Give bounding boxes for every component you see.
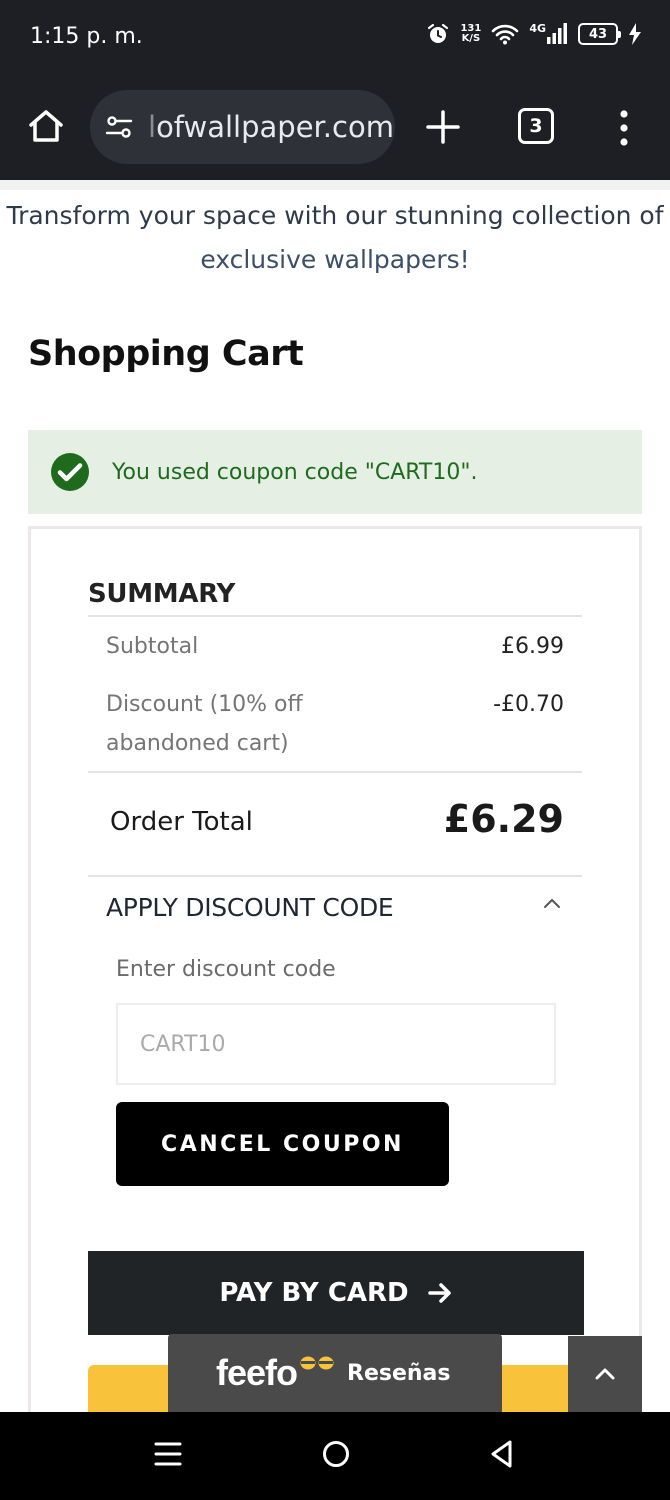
home-icon[interactable] bbox=[26, 106, 66, 146]
recents-icon[interactable] bbox=[154, 1438, 182, 1470]
feefo-reviews-tab[interactable]: feefo Reseñas bbox=[168, 1334, 502, 1412]
charging-icon bbox=[629, 23, 641, 45]
status-bar: 1:15 p. m. 131 K/S 4G 43 bbox=[0, 0, 670, 78]
status-time: 1:15 p. m. bbox=[30, 24, 143, 49]
new-tab-icon[interactable] bbox=[424, 108, 462, 146]
wifi-icon bbox=[492, 24, 519, 45]
url-domain: ofwallpaper.com bbox=[156, 110, 394, 144]
net-speed: 131 K/S bbox=[460, 24, 481, 44]
discount-label: Discount (10% off abandoned cart) bbox=[106, 685, 303, 763]
arrow-right-icon bbox=[427, 1283, 451, 1303]
alert-message: You used coupon code "CART10". bbox=[112, 459, 478, 485]
site-settings-icon[interactable] bbox=[104, 112, 134, 142]
system-nav-bar bbox=[0, 1412, 670, 1500]
summary-heading: SUMMARY bbox=[88, 579, 236, 609]
total-divider bbox=[88, 771, 582, 773]
chevron-up-icon bbox=[595, 1368, 615, 1380]
scroll-to-top-button[interactable] bbox=[568, 1336, 642, 1412]
url-text[interactable]: lofwallpaper.com bbox=[148, 110, 394, 144]
back-icon[interactable] bbox=[488, 1438, 516, 1470]
feefo-logo: feefo bbox=[216, 1352, 298, 1393]
discount-value: -£0.70 bbox=[493, 692, 564, 717]
discount-label-line-2: abandoned cart) bbox=[106, 731, 289, 756]
network-type: 4G bbox=[529, 21, 546, 35]
order-summary: SUMMARY Subtotal £6.99 Discount (10% off… bbox=[28, 526, 642, 1449]
status-icons: 131 K/S 4G 43 bbox=[426, 22, 642, 46]
menu-icon[interactable] bbox=[616, 108, 632, 148]
page-title: Shopping Cart bbox=[28, 334, 304, 374]
order-total-label: Order Total bbox=[110, 807, 253, 837]
home-circle-icon[interactable] bbox=[321, 1438, 351, 1470]
subtotal-value: £6.99 bbox=[501, 634, 564, 659]
discount-field-label: Enter discount code bbox=[116, 957, 336, 982]
pay-by-card-button[interactable]: PAY BY CARD bbox=[88, 1251, 584, 1335]
chevron-up-icon[interactable] bbox=[543, 897, 561, 909]
coupon-success-alert: You used coupon code "CART10". bbox=[28, 430, 642, 514]
feefo-label: Reseñas bbox=[347, 1360, 451, 1386]
tabs-icon[interactable]: 3 bbox=[518, 108, 554, 144]
browser-toolbar: lofwallpaper.com 3 bbox=[0, 78, 670, 180]
toolbar-divider bbox=[0, 180, 670, 190]
tagline: Transform your space with our stunning c… bbox=[0, 194, 670, 282]
tagline-line-2: exclusive wallpapers! bbox=[200, 245, 470, 274]
check-circle-icon bbox=[51, 453, 89, 491]
discount-label-line-1: Discount (10% off bbox=[106, 692, 303, 717]
pay-by-card-label: PAY BY CARD bbox=[219, 1278, 409, 1308]
cancel-coupon-button[interactable]: CANCEL COUPON bbox=[116, 1102, 449, 1186]
url-faded: l bbox=[148, 110, 157, 144]
net-speed-unit: K/S bbox=[461, 33, 481, 44]
discount-code-input[interactable] bbox=[116, 1003, 556, 1085]
signal-icon bbox=[547, 23, 567, 44]
order-total-value: £6.29 bbox=[443, 797, 564, 841]
battery-level: 43 bbox=[588, 26, 608, 42]
feefo-eyes-icon bbox=[300, 1356, 334, 1370]
alarm-icon bbox=[428, 23, 449, 43]
subtotal-label: Subtotal bbox=[106, 634, 199, 659]
tagline-line-1: Transform your space with our stunning c… bbox=[6, 201, 664, 230]
address-bar[interactable]: lofwallpaper.com bbox=[90, 90, 395, 164]
tab-count: 3 bbox=[529, 115, 543, 137]
battery-icon: 43 bbox=[578, 23, 621, 45]
cancel-coupon-label: CANCEL COUPON bbox=[161, 1131, 404, 1157]
summary-divider bbox=[88, 615, 582, 617]
discount-section-divider bbox=[88, 875, 582, 877]
apply-discount-toggle[interactable]: APPLY DISCOUNT CODE bbox=[106, 893, 394, 922]
